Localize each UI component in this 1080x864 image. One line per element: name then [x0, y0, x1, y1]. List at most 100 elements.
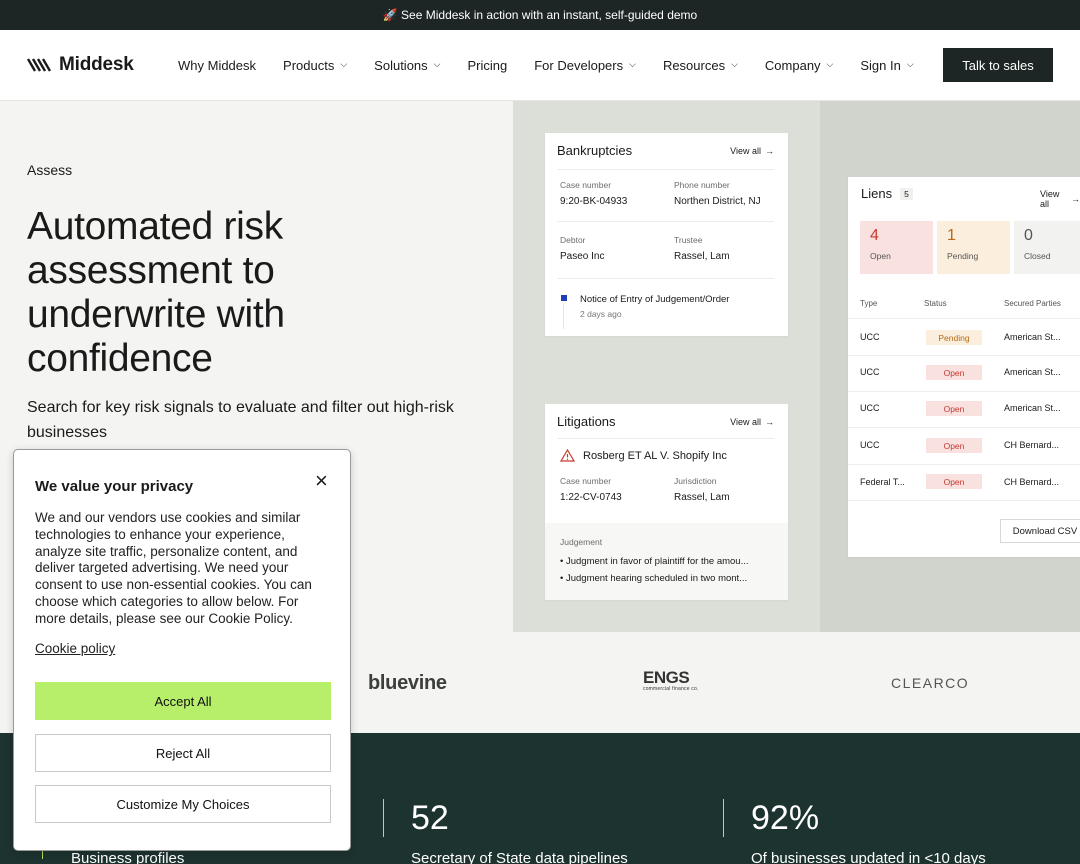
row-divider [848, 391, 1080, 392]
talk-to-sales-button[interactable]: Talk to sales [943, 48, 1053, 82]
stat-label: Closed [1024, 251, 1051, 261]
nav-label: Resources [662, 58, 726, 73]
bankruptcies-title: Bankruptcies [557, 143, 633, 158]
litigations-card: Litigations View all → Rosberg ET AL V. S… [545, 404, 788, 600]
hero-subtitle: Search for key risk signals to evaluate … [27, 399, 454, 441]
hero-eyebrow: Assess [27, 162, 73, 178]
stat-divider [383, 799, 384, 837]
privacy-title: We value your privacy [35, 478, 194, 495]
event-time: 2 days ago [580, 309, 622, 319]
bankruptcies-view-all[interactable]: View all → [730, 146, 774, 156]
debtor-value: Paseo Inc [560, 251, 605, 262]
status-badge: Open [926, 401, 982, 416]
case-number-label: Case number [560, 476, 612, 486]
privacy-body: We and our vendors use cookies and simil… [35, 510, 312, 626]
row-type: UCC [860, 332, 880, 342]
middesk-logo[interactable]: Middesk [27, 54, 134, 76]
row-type: Federal T... [860, 477, 905, 487]
engs-logo-subtext: commercial finance co. [643, 686, 699, 692]
stat-divider [723, 799, 724, 837]
accept-all-button[interactable]: Accept All [35, 682, 331, 720]
nav-why-middesk[interactable]: Why Middesk [178, 58, 256, 73]
row-party: American St... [1004, 367, 1061, 377]
liens-stat-open[interactable]: 4 Open [860, 221, 933, 274]
row-party: American St... [1004, 332, 1061, 342]
liens-stat-closed[interactable]: 0 Closed [1014, 221, 1080, 274]
customize-choices-button[interactable]: Customize My Choices [35, 785, 331, 823]
engs-logo-text: ENGS [643, 668, 690, 687]
litigations-view-all[interactable]: View all → [730, 417, 774, 427]
liens-card: Liens 5 View all → 4 Open 1 Pending 0 Clo… [848, 177, 1080, 557]
nav-sign-in[interactable]: Sign In ⌵ [860, 58, 913, 73]
clearco-logo: CLEARCO [891, 675, 970, 691]
cookie-policy-link[interactable]: Cookie policy [35, 641, 115, 656]
divider [557, 169, 774, 170]
close-icon[interactable]: × [315, 470, 328, 492]
banner-text[interactable]: 🚀 See Middesk in action with an instant,… [383, 8, 697, 22]
stat-caption: Business profiles [71, 850, 185, 864]
row-type: UCC [860, 367, 880, 377]
nav-solutions[interactable]: Solutions ⌵ [374, 58, 440, 73]
stat-caption: Of businesses updated in <10 days [751, 850, 986, 864]
row-type: UCC [860, 440, 880, 450]
nav-label: For Developers [534, 58, 624, 73]
case-number-value: 9:20-BK-04933 [560, 196, 628, 207]
trustee-value: Rassel, Lam [674, 251, 730, 262]
case-number-label: Case number [560, 180, 612, 190]
row-divider [848, 355, 1080, 356]
case-title: Rosberg ET AL V. Shopify Inc [583, 450, 727, 462]
stat-label: Open [870, 251, 891, 261]
nav-label: Pricing [467, 58, 508, 73]
download-csv-button[interactable]: Download CSV [1000, 519, 1080, 543]
engs-logo: ENGS commercial finance co. [643, 668, 699, 692]
status-badge: Open [926, 474, 982, 489]
divider [557, 438, 774, 439]
stat-number: 1 [947, 227, 956, 244]
col-header-status: Status [924, 299, 947, 308]
stat-number: 4 [870, 227, 879, 244]
bankruptcies-card: Bankruptcies View all → Case number 9:20-… [545, 133, 788, 336]
phone-label: Phone number [674, 180, 730, 190]
middesk-logo-icon [27, 58, 51, 72]
status-badge: Open [926, 365, 982, 380]
judgement-text: Judgment in favor of plaintiff for the a… [565, 556, 749, 567]
col-header-type: Type [860, 299, 878, 308]
judgement-item: • Judgment in favor of plaintiff for the… [560, 556, 749, 567]
top-nav: Middesk Why Middesk Products ⌵ Solutions ⌵… [0, 30, 1080, 101]
nav-resources[interactable]: Resources ⌵ [663, 58, 738, 73]
jurisdiction-value: Rassel, Lam [674, 492, 730, 503]
chevron-down-icon: ⌵ [340, 59, 348, 69]
nav-label: Company [764, 58, 821, 73]
phone-value: Northen District, NJ [674, 196, 761, 207]
nav-label: Sign In [860, 58, 901, 73]
chevron-down-icon: ⌵ [731, 59, 738, 69]
nav-company[interactable]: Company ⌵ [765, 58, 833, 73]
nav-products[interactable]: Products ⌵ [283, 58, 347, 73]
arrow-right-icon: → [765, 416, 774, 427]
nav-pricing[interactable]: Pricing [467, 58, 507, 73]
liens-count-badge: 5 [900, 187, 913, 200]
judgement-text: Judgment hearing scheduled in two mont..… [565, 573, 748, 584]
nav-label: Solutions [374, 58, 428, 73]
arrow-right-icon: → [765, 145, 774, 156]
divider [557, 221, 774, 222]
jurisdiction-label: Jurisdiction [674, 476, 717, 486]
event-marker-icon [561, 295, 567, 301]
liens-view-all[interactable]: View all → [1040, 189, 1080, 209]
chevron-down-icon: ⌵ [906, 59, 914, 69]
status-badge: Open [926, 438, 982, 453]
liens-stat-pending[interactable]: 1 Pending [937, 221, 1010, 274]
promo-banner[interactable]: 🚀 See Middesk in action with an instant,… [0, 0, 1080, 30]
privacy-dialog: We value your privacy × We and our vendo… [13, 449, 351, 851]
row-divider [848, 464, 1080, 465]
event-timeline-line [563, 303, 564, 329]
row-party: American St... [1004, 403, 1061, 413]
col-header-parties: Secured Parties [1004, 299, 1061, 308]
nav-for-developers[interactable]: For Developers ⌵ [534, 58, 636, 73]
judgement-label: Judgement [560, 537, 603, 547]
warning-icon [560, 449, 575, 462]
row-party: CH Bernard... [1004, 477, 1060, 487]
reject-all-button[interactable]: Reject All [35, 734, 331, 772]
divider [557, 278, 774, 279]
nav-label: Why Middesk [178, 58, 257, 73]
